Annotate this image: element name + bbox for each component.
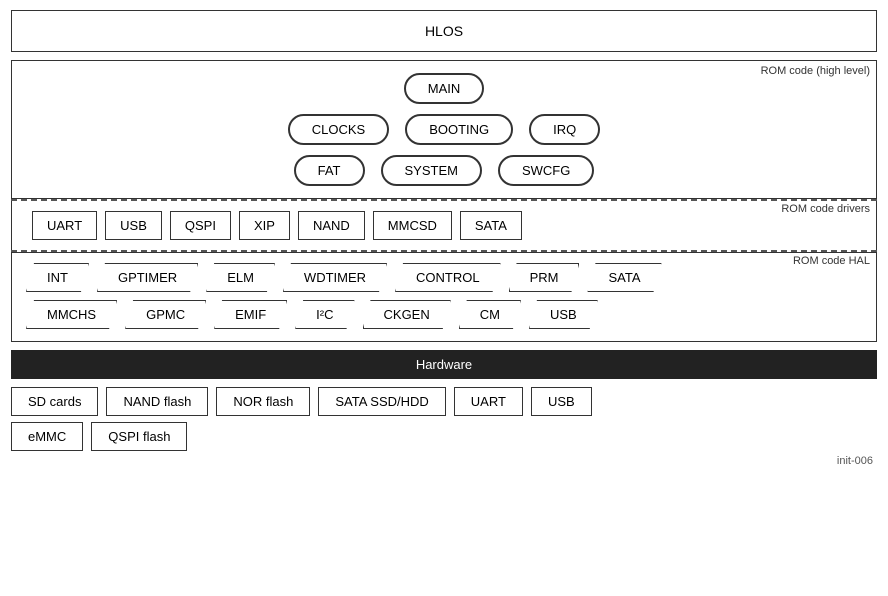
init-label: init-006 (11, 455, 877, 467)
rom-drivers-section: ROM code drivers UART USB QSPI XIP NAND … (11, 201, 877, 250)
rom-hal-section: ROM code HAL INT GPTIMER ELM WDTIMER CON… (11, 252, 877, 342)
hw-row-1: SD cards NAND flash NOR flash SATA SSD/H… (11, 387, 877, 416)
driver-xip: XIP (239, 211, 290, 240)
driver-mmcsd: MMCSD (373, 211, 452, 240)
hardware-bar: Hardware (11, 350, 877, 379)
hal-row-1: INT GPTIMER ELM WDTIMER CONTROL PRM SATA (22, 263, 866, 292)
driver-uart: UART (32, 211, 97, 240)
hw-items-section: SD cards NAND flash NOR flash SATA SSD/H… (11, 387, 877, 451)
hal-elm: ELM (206, 263, 275, 292)
pill-clocks: CLOCKS (288, 114, 389, 145)
driver-nand: NAND (298, 211, 365, 240)
pill-irq: IRQ (529, 114, 600, 145)
pill-fat: FAT (294, 155, 365, 186)
driver-qspi: QSPI (170, 211, 231, 240)
hlos-label: HLOS (425, 23, 463, 39)
hal-emif: EMIF (214, 300, 287, 329)
hal-control: CONTROL (395, 263, 501, 292)
hal-row-2: MMCHS GPMC EMIF I²C CKGEN CM USB (22, 300, 866, 329)
hlos-box: HLOS (11, 10, 877, 52)
hw-usb: USB (531, 387, 592, 416)
rom-hal-label: ROM code HAL (793, 255, 870, 267)
hw-nor-flash: NOR flash (216, 387, 310, 416)
hw-sata-ssd: SATA SSD/HDD (318, 387, 445, 416)
rom-high-label: ROM code (high level) (761, 65, 870, 77)
hal-cm: CM (459, 300, 521, 329)
hal-rows: INT GPTIMER ELM WDTIMER CONTROL PRM SATA… (22, 259, 866, 329)
hw-emmc: eMMC (11, 422, 83, 451)
pill-swcfg: SWCFG (498, 155, 594, 186)
hal-gptimer: GPTIMER (97, 263, 198, 292)
hardware-label: Hardware (416, 357, 472, 372)
rom-row-2: FAT SYSTEM SWCFG (294, 155, 595, 186)
hw-uart: UART (454, 387, 523, 416)
driver-usb: USB (105, 211, 162, 240)
hal-i2c: I²C (295, 300, 354, 329)
hw-row-2: eMMC QSPI flash (11, 422, 877, 451)
hal-usb: USB (529, 300, 598, 329)
pill-system: SYSTEM (381, 155, 482, 186)
rom-high-content: MAIN CLOCKS BOOTING IRQ FAT SYSTEM SWCFG (22, 69, 866, 186)
hal-sata: SATA (587, 263, 661, 292)
drivers-row: UART USB QSPI XIP NAND MMCSD SATA (22, 207, 866, 240)
hal-ckgen: CKGEN (363, 300, 451, 329)
pill-main: MAIN (404, 73, 485, 104)
hw-qspi-flash: QSPI flash (91, 422, 187, 451)
rom-drivers-label: ROM code drivers (781, 203, 870, 215)
diagram: HLOS ROM code (high level) MAIN CLOCKS B… (11, 10, 877, 467)
rom-row-0: MAIN (404, 73, 485, 104)
hal-gpmc: GPMC (125, 300, 206, 329)
hal-wdtimer: WDTIMER (283, 263, 387, 292)
hal-int: INT (26, 263, 89, 292)
rom-row-1: CLOCKS BOOTING IRQ (288, 114, 601, 145)
hal-mmchs: MMCHS (26, 300, 117, 329)
rom-high-section: ROM code (high level) MAIN CLOCKS BOOTIN… (11, 60, 877, 199)
driver-sata: SATA (460, 211, 522, 240)
hw-sdcards: SD cards (11, 387, 98, 416)
hal-prm: PRM (509, 263, 580, 292)
pill-booting: BOOTING (405, 114, 513, 145)
hw-nand-flash: NAND flash (106, 387, 208, 416)
